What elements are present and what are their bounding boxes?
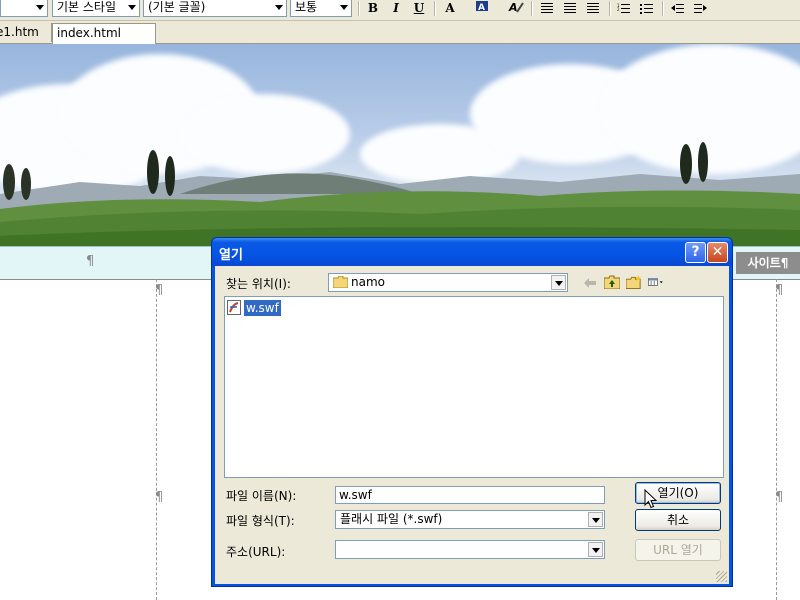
- clear-format-icon[interactable]: A: [506, 0, 526, 17]
- dropdown-arrow-icon[interactable]: [588, 542, 603, 557]
- look-in-combo[interactable]: namo: [328, 273, 568, 292]
- svg-text:A: A: [508, 1, 518, 14]
- help-button[interactable]: ?: [685, 242, 706, 263]
- dropdown-arrow-icon[interactable]: [588, 512, 603, 527]
- address-label: 주소(URL):: [226, 545, 286, 559]
- paragraph-mark: ¶: [155, 283, 164, 298]
- font-size-combo[interactable]: 보통: [290, 0, 352, 17]
- look-in-value: namo: [351, 275, 385, 289]
- cancel-button[interactable]: 취소: [635, 509, 721, 531]
- resize-grip-icon[interactable]: [716, 571, 727, 582]
- dropdown-arrow-icon[interactable]: [551, 275, 566, 290]
- align-right-icon[interactable]: [587, 3, 599, 14]
- flash-file-icon: [227, 300, 241, 315]
- site-menu-button[interactable]: 사이트¶: [736, 252, 800, 274]
- file-name-input[interactable]: w.swf: [335, 486, 605, 504]
- toolbar-dropdown-left[interactable]: [0, 0, 48, 17]
- toolbar-separator: [662, 1, 664, 16]
- up-folder-icon[interactable]: [604, 275, 620, 289]
- open-file-dialog: 열기 ? ✕ 찾는 위치(I): namo w.swf 파일 이름(N): w.…: [211, 237, 733, 587]
- mouse-pointer-icon: [644, 489, 657, 509]
- highlight-color-icon[interactable]: A: [472, 0, 492, 17]
- look-in-label: 찾는 위치(I):: [226, 277, 291, 291]
- toolbar-separator: [531, 1, 533, 16]
- bold-button[interactable]: B: [363, 0, 383, 17]
- paragraph-mark: ¶: [775, 490, 784, 505]
- tab-label: e1.htm: [0, 25, 39, 39]
- tab-e1-htm[interactable]: e1.htm: [0, 23, 52, 42]
- url-open-button[interactable]: URL 열기: [635, 539, 721, 561]
- font-family-combo[interactable]: (기본 글꼴): [143, 0, 287, 17]
- folder-icon: [333, 276, 348, 288]
- dialog-body: 찾는 위치(I): namo w.swf 파일 이름(N): w.swf 열기(…: [215, 266, 729, 584]
- toolbar-separator: [358, 1, 360, 16]
- bullet-list-icon[interactable]: [640, 3, 653, 14]
- file-type-label: 파일 형식(T):: [226, 514, 295, 528]
- font-color-button[interactable]: A: [440, 0, 460, 17]
- toolbar-separator: [609, 1, 611, 16]
- formatting-toolbar: 기본 스타일 (기본 글꼴) 보통 B I U A A A 12: [0, 0, 800, 21]
- italic-button[interactable]: I: [386, 0, 406, 17]
- paragraph-style-combo[interactable]: 기본 스타일: [52, 0, 140, 17]
- toolbar-separator: [434, 1, 436, 16]
- file-list[interactable]: w.swf: [224, 296, 724, 478]
- file-type-combo[interactable]: 플래시 파일 (*.swf): [335, 510, 605, 529]
- banner-image: [0, 44, 800, 246]
- file-name: w.swf: [244, 300, 281, 316]
- table-border-dashed: [776, 279, 777, 600]
- paragraph-mark: ¶: [155, 490, 164, 505]
- paragraph-mark: ¶: [775, 283, 784, 298]
- address-combo[interactable]: [335, 540, 605, 559]
- file-name-label: 파일 이름(N):: [226, 489, 297, 503]
- numbered-list-icon[interactable]: 12: [617, 3, 630, 14]
- paragraph-mark: ¶: [86, 254, 95, 269]
- table-border-dashed: [156, 279, 157, 600]
- new-folder-icon[interactable]: [626, 275, 642, 289]
- align-left-icon[interactable]: [541, 3, 553, 14]
- dialog-title-bar[interactable]: 열기 ? ✕: [212, 238, 732, 266]
- svg-text:2: 2: [617, 7, 620, 12]
- outdent-icon[interactable]: [671, 3, 684, 14]
- svg-text:A: A: [478, 3, 485, 13]
- align-center-icon[interactable]: [564, 3, 576, 14]
- file-type-value: 플래시 파일 (*.swf): [340, 512, 443, 526]
- tab-index-html[interactable]: index.html: [52, 23, 156, 44]
- indent-icon[interactable]: [694, 3, 707, 14]
- font-size-value: 보통: [295, 0, 318, 14]
- underline-button[interactable]: U: [409, 0, 429, 17]
- close-button[interactable]: ✕: [707, 242, 728, 263]
- view-menu-icon[interactable]: [648, 275, 664, 289]
- paragraph-style-value: 기본 스타일: [57, 0, 117, 14]
- dialog-title: 열기: [219, 248, 243, 263]
- document-tabs: e1.htm index.html: [0, 21, 800, 44]
- back-arrow-icon[interactable]: [582, 276, 598, 290]
- landscape-hills: [0, 142, 800, 246]
- font-family-value: (기본 글꼴): [148, 0, 206, 14]
- tab-label: index.html: [57, 26, 121, 40]
